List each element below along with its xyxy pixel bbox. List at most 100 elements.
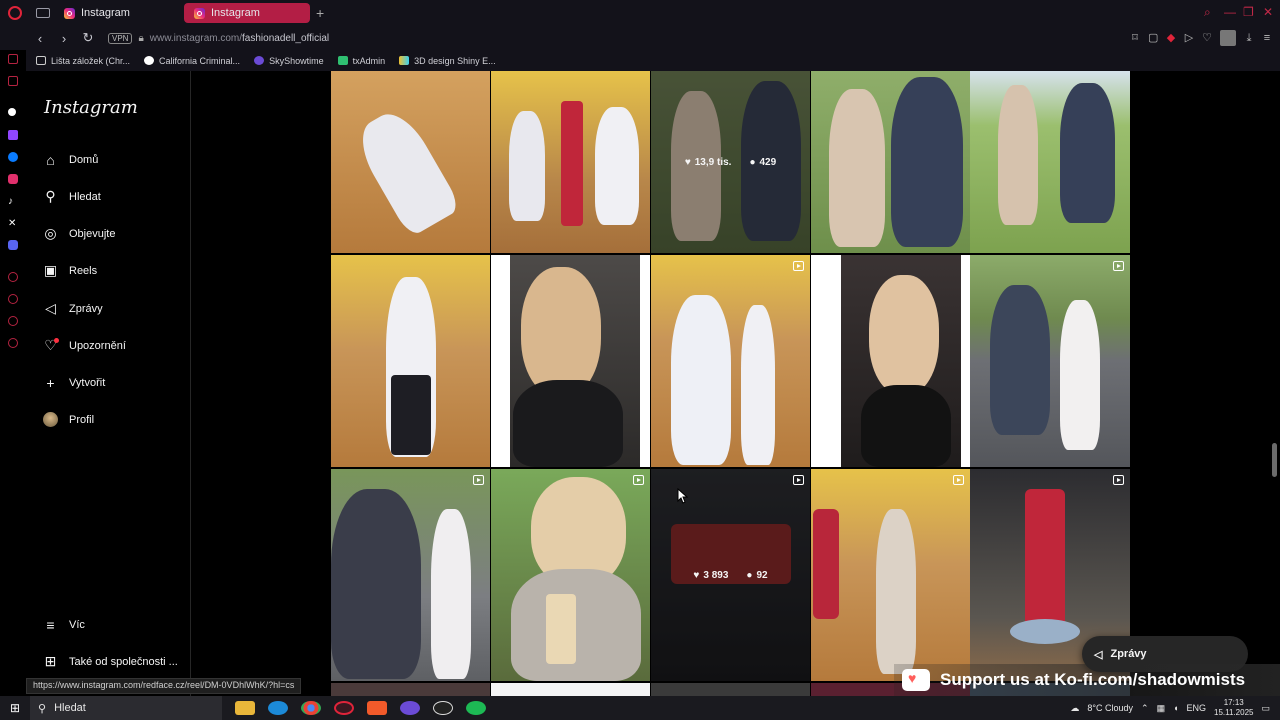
meta-icon: ⊞ (44, 653, 57, 669)
post-tile[interactable] (491, 683, 650, 696)
weather-icon[interactable]: ☁ (1070, 703, 1079, 714)
file-explorer-icon[interactable] (235, 701, 255, 715)
volume-icon[interactable]: ◖ (1173, 703, 1178, 713)
post-tile[interactable] (491, 469, 650, 681)
sidebar-item-label: Upozornění (69, 339, 126, 352)
close-icon[interactable]: ✕ (1263, 5, 1273, 19)
sidebar-item-explore[interactable]: ◎ Objevujte (42, 225, 115, 242)
spotify-icon[interactable] (466, 701, 486, 715)
settings-icon[interactable] (8, 338, 18, 348)
sidebar-item-home[interactable]: ⌂ Domů (42, 151, 98, 168)
bookmark-icon[interactable]: ⌑ (1130, 32, 1140, 44)
brave-icon[interactable] (367, 701, 387, 715)
bookmark-item[interactable]: Lišta záložek (Chr... (36, 56, 130, 66)
forward-icon[interactable]: › (58, 31, 70, 46)
back-icon[interactable]: ‹ (34, 31, 46, 46)
profile-avatar-icon[interactable] (1220, 30, 1236, 46)
reload-icon[interactable]: ↻ (82, 30, 94, 46)
likes-count: 3 893 (703, 569, 729, 581)
post-tile[interactable] (331, 255, 490, 467)
sidebar-item-search[interactable]: ⚲ Hledat (42, 188, 101, 205)
clock-icon[interactable] (8, 294, 18, 304)
browser-tab-active[interactable]: Instagram (184, 3, 310, 23)
sidebar-item-meta[interactable]: ⊞ Také od společnosti ... (42, 653, 178, 670)
maximize-icon[interactable]: ❐ (1243, 5, 1254, 19)
post-tile[interactable] (970, 71, 1130, 253)
x-icon[interactable]: ✕ (8, 218, 18, 229)
app-icon[interactable] (433, 701, 453, 715)
sidebar-item-label: Hledat (69, 190, 101, 203)
notifications-icon[interactable]: ▭ (1261, 703, 1270, 714)
post-tile[interactable] (970, 255, 1130, 467)
sidebar-item-reels[interactable]: ▣ Reels (42, 262, 97, 279)
crypto-wallet-icon[interactable] (8, 76, 18, 86)
tiktok-icon[interactable]: ♪ (8, 196, 18, 207)
sidebar-item-notifications[interactable]: ♡ Upozornění (42, 337, 126, 354)
pocket-icon[interactable]: ◆ (1166, 32, 1176, 44)
network-icon[interactable]: ▦ (1157, 703, 1166, 714)
instagram-logo[interactable]: Instagram (44, 97, 138, 118)
messenger-icon: ◁ (1094, 648, 1103, 661)
scrollbar-thumb[interactable] (1272, 443, 1277, 477)
player-icon[interactable]: ▷ (1184, 32, 1194, 44)
tray-lang[interactable]: ENG (1187, 703, 1207, 713)
bookmark-item[interactable]: txAdmin (337, 56, 385, 66)
likes-heart-icon: ♥ (693, 569, 700, 581)
tab-menu-icon[interactable] (36, 8, 50, 18)
url-field[interactable]: www.instagram.com/fashionadell_official (150, 33, 329, 44)
post-tile[interactable] (651, 255, 810, 467)
post-tile[interactable] (331, 683, 490, 696)
vpn-badge[interactable]: VPN (108, 32, 133, 44)
clock-date: 15.11.2025 (1214, 708, 1254, 717)
post-tile[interactable] (811, 469, 970, 681)
post-tile[interactable] (651, 683, 810, 696)
menu-icon[interactable]: ≡ (1262, 32, 1272, 44)
extensions-icon[interactable] (8, 316, 18, 326)
favorite-heart-icon[interactable]: ♡ (1202, 32, 1212, 44)
opera-logo-icon[interactable] (8, 6, 22, 20)
weather-text[interactable]: 8°C Cloudy (1087, 703, 1133, 713)
twitch-icon[interactable] (8, 130, 18, 140)
sidebar-item-label: Také od společnosti ... (69, 655, 178, 668)
edge-icon[interactable] (268, 701, 288, 715)
post-tile[interactable] (491, 71, 650, 253)
aria-ai-icon[interactable] (8, 108, 16, 116)
chrome-icon[interactable] (301, 701, 321, 715)
messages-label: Zprávy (1110, 648, 1147, 660)
bookmark-item[interactable]: California Criminal... (144, 56, 240, 66)
discord-taskbar-icon[interactable] (400, 701, 420, 715)
tray-chevron-icon[interactable]: ⌃ (1141, 703, 1149, 714)
history-icon[interactable] (8, 272, 18, 282)
scrollbar[interactable] (1270, 71, 1280, 696)
aria-icon[interactable] (8, 54, 18, 64)
post-tile[interactable] (811, 255, 970, 467)
clock[interactable]: 17:13 15.11.2025 (1214, 698, 1253, 718)
download-icon[interactable]: ⤓ (1244, 32, 1254, 44)
instagram-app-icon[interactable] (8, 174, 18, 184)
discord-icon[interactable] (8, 240, 18, 250)
url-path: fashionadell_official (242, 32, 330, 44)
new-tab-button[interactable]: + (316, 5, 324, 21)
sidebar-item-more[interactable]: ≡ Víc (42, 616, 85, 633)
lock-icon[interactable]: 🔒︎ (138, 33, 143, 44)
search-tabs-icon[interactable]: ⌕ (1204, 5, 1211, 20)
windows-start-icon[interactable]: ⊞ (0, 696, 30, 720)
messenger-app-icon[interactable] (8, 152, 18, 162)
sidebar-item-messages[interactable]: ◁ Zprávy (42, 300, 103, 317)
post-tile-hovered[interactable]: ♥ 13,9 tis. ● 429 (651, 71, 810, 253)
opera-icon[interactable] (334, 701, 354, 715)
post-tile[interactable] (331, 469, 490, 681)
post-tile[interactable] (811, 71, 970, 253)
bookmark-item[interactable]: 3D design Shiny E... (399, 56, 496, 66)
minimize-icon[interactable]: — (1224, 5, 1236, 19)
heart-icon: ♡ (42, 337, 59, 354)
post-tile[interactable] (491, 255, 650, 467)
post-tile-hovered[interactable]: ♥ 3 893 ● 92 (651, 469, 810, 681)
browser-tab[interactable]: Instagram (54, 3, 184, 23)
bookmark-item[interactable]: SkyShowtime (254, 56, 324, 66)
sidebar-item-create[interactable]: + Vytvořit (42, 374, 105, 391)
taskbar-search[interactable]: ⚲ Hledat (30, 696, 222, 720)
sidebar-item-profile[interactable]: Profil (42, 411, 94, 428)
snapshot-icon[interactable]: ▢ (1148, 32, 1158, 44)
post-tile[interactable] (331, 71, 490, 253)
